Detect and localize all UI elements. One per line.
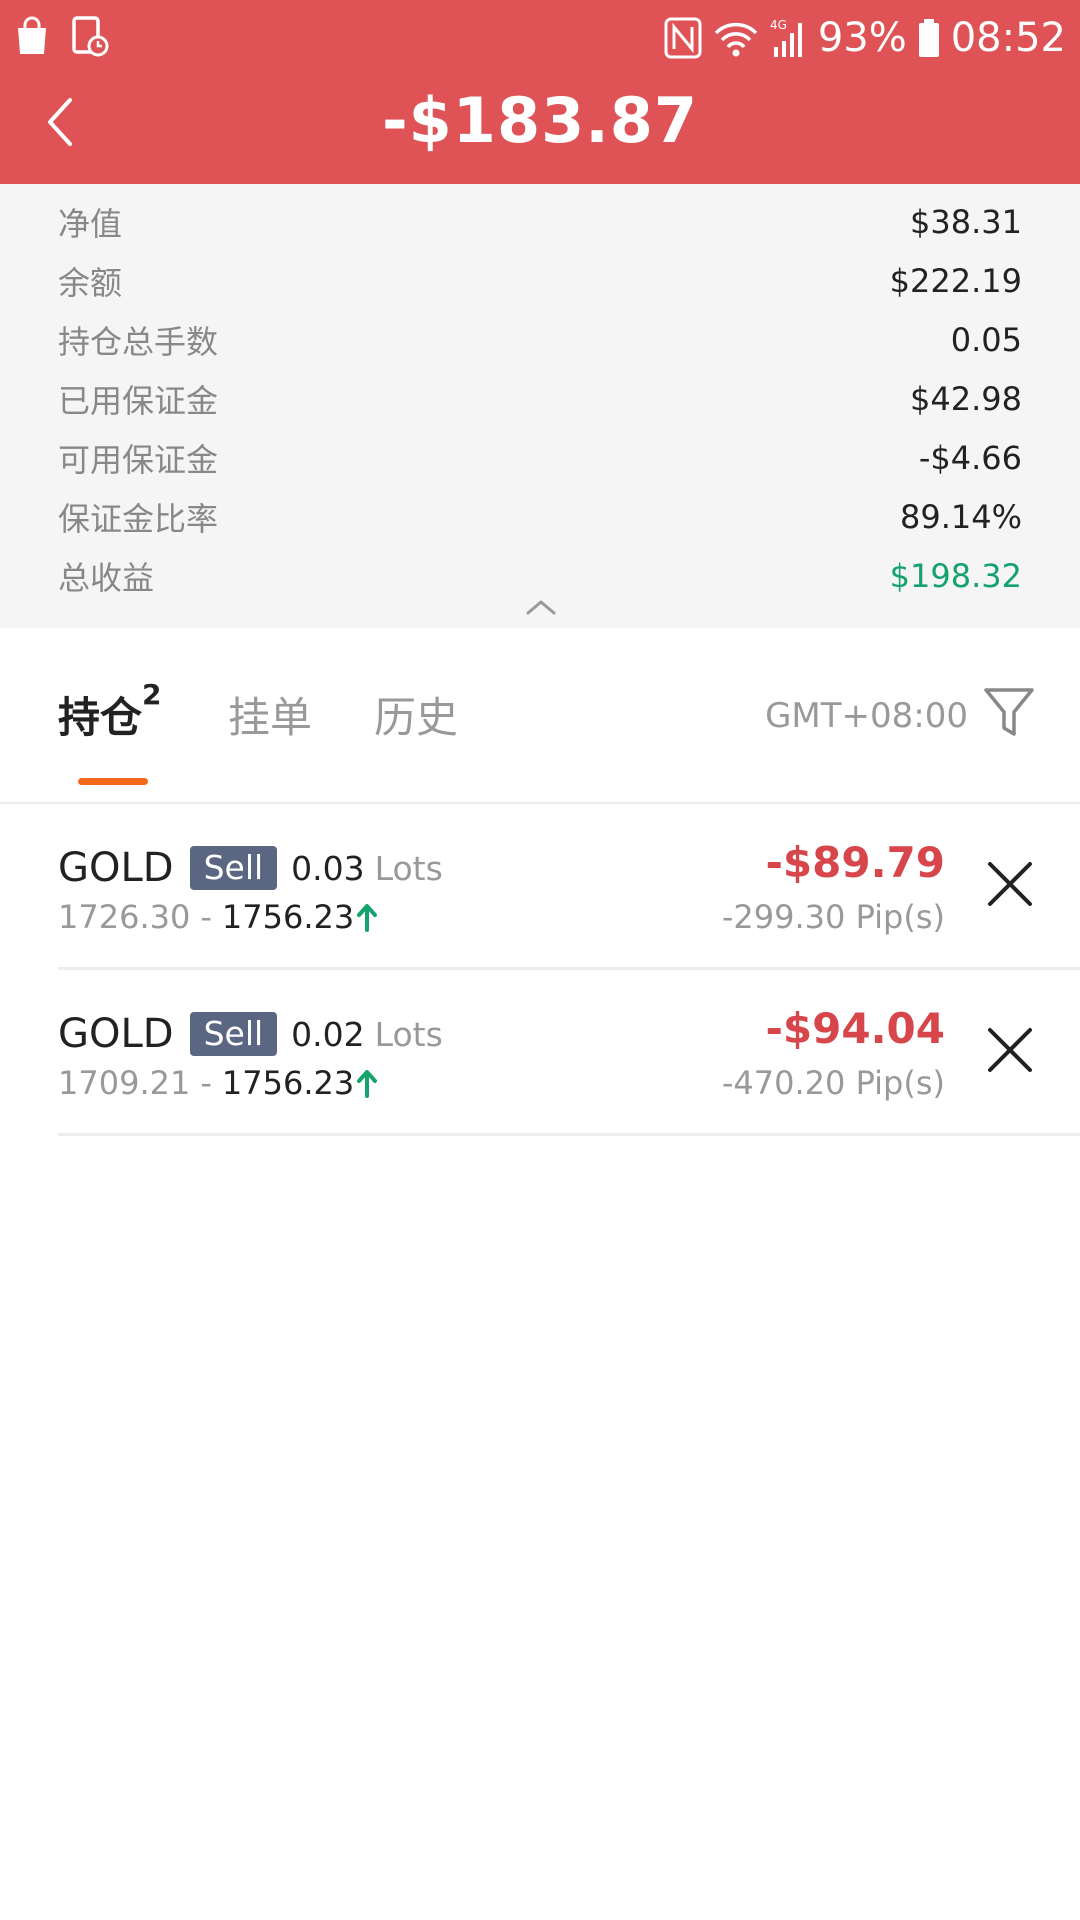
- screen-time-icon: [72, 16, 109, 57]
- account-summary: 净值 $38.31 余额 $222.19 持仓总手数 0.05 已用保证金 $4…: [0, 184, 1080, 628]
- position-pips: -470.20 Pip(s): [721, 1064, 945, 1102]
- positions-count-badge: 2: [142, 678, 162, 711]
- summary-label: 可用保证金: [58, 441, 219, 479]
- floating-pnl-title: -$183.87: [381, 84, 699, 157]
- summary-value: $198.32: [889, 557, 1022, 595]
- open-price: 1709.21: [58, 1064, 191, 1102]
- open-price: 1726.30: [58, 898, 191, 936]
- close-position-button[interactable]: [984, 1024, 1036, 1076]
- signal-4g-icon: 4G: [770, 18, 802, 57]
- current-price: 1756.23: [221, 1064, 355, 1102]
- lots-unit: Lots: [374, 1014, 443, 1054]
- wifi-icon: [714, 22, 758, 57]
- battery-percent: 93%: [817, 15, 907, 61]
- position-symbol: GOLD: [58, 1011, 174, 1057]
- summary-label: 持仓总手数: [58, 323, 219, 361]
- clock: 08:52: [950, 15, 1066, 61]
- summary-value: $222.19: [889, 262, 1022, 300]
- summary-row-used-margin: 已用保证金 $42.98: [58, 371, 1022, 427]
- position-row[interactable]: GOLD Sell 0.03 Lots 1726.30 - 1756.23 -$…: [58, 804, 1080, 970]
- current-price: 1756.23: [221, 898, 355, 936]
- tab-pending-orders[interactable]: 挂单: [228, 684, 312, 745]
- summary-label: 总收益: [58, 559, 155, 597]
- summary-value: 89.14%: [899, 498, 1022, 536]
- tab-bar: 持仓2 挂单 历史 GMT+08:00: [0, 628, 1080, 804]
- position-pnl: -$94.04: [765, 1004, 945, 1053]
- summary-label: 已用保证金: [58, 382, 219, 420]
- position-lots: 0.02: [291, 1014, 365, 1054]
- header-bar: 4G 93% 08:52 -$183.87: [0, 0, 1080, 184]
- summary-row-free-margin: 可用保证金 -$4.66: [58, 430, 1022, 486]
- position-symbol: GOLD: [58, 845, 174, 891]
- arrow-up-icon: [357, 1070, 378, 1098]
- tab-positions-label: 持仓: [58, 693, 143, 742]
- side-badge: Sell: [189, 846, 278, 890]
- position-lots: 0.03: [291, 848, 365, 888]
- timezone-label: GMT+08:00: [765, 696, 968, 736]
- summary-row-margin-ratio: 保证金比率 89.14%: [58, 489, 1022, 545]
- summary-row-total-profit: 总收益 $198.32: [58, 548, 1022, 604]
- summary-value: $38.31: [910, 203, 1022, 241]
- nfc-icon: [664, 17, 702, 59]
- position-row[interactable]: GOLD Sell 0.02 Lots 1709.21 - 1756.23 -$…: [58, 970, 1080, 1136]
- summary-label: 保证金比率: [58, 500, 219, 538]
- arrow-up-icon: [357, 904, 378, 932]
- active-tab-indicator: [78, 778, 148, 785]
- summary-row-equity: 净值 $38.31: [58, 194, 1022, 250]
- tab-history[interactable]: 历史: [374, 684, 458, 745]
- side-badge: Sell: [189, 1012, 278, 1056]
- price-separator: -: [200, 1064, 212, 1102]
- summary-row-balance: 余额 $222.19: [58, 253, 1022, 309]
- summary-row-total-lots: 持仓总手数 0.05: [58, 312, 1022, 368]
- filter-icon[interactable]: [982, 684, 1036, 740]
- status-bar: 4G 93% 08:52: [0, 0, 1080, 76]
- battery-icon: [918, 19, 939, 57]
- summary-value: -$4.66: [918, 439, 1022, 477]
- shopping-bag-icon: [18, 16, 46, 54]
- chevron-up-icon[interactable]: [524, 597, 558, 617]
- summary-value: 0.05: [950, 321, 1022, 359]
- summary-value: $42.98: [910, 380, 1022, 418]
- price-separator: -: [200, 898, 212, 936]
- position-pips: -299.30 Pip(s): [721, 898, 945, 936]
- svg-text:4G: 4G: [770, 18, 787, 32]
- lots-unit: Lots: [374, 848, 443, 888]
- position-pnl: -$89.79: [765, 838, 945, 887]
- close-position-button[interactable]: [984, 858, 1036, 910]
- summary-label: 净值: [58, 205, 123, 243]
- tab-positions[interactable]: 持仓2: [58, 678, 162, 745]
- summary-label: 余额: [58, 264, 123, 302]
